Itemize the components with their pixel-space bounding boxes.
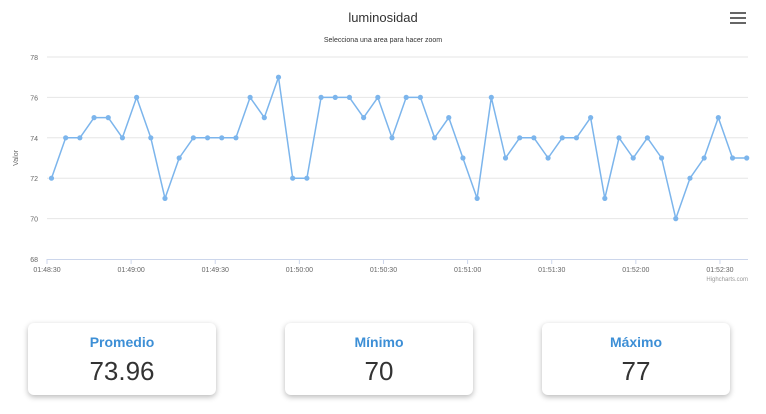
data-point [588, 115, 594, 121]
data-point [190, 135, 196, 141]
data-point [346, 94, 353, 100]
data-point [545, 155, 551, 161]
y-tick-label: 70 [30, 217, 38, 224]
data-point [403, 94, 409, 100]
data-point [275, 74, 282, 80]
data-point [375, 94, 381, 100]
data-point [204, 135, 211, 141]
y-tick-label: 72 [30, 176, 38, 183]
x-tick-label: 01:50:30 [370, 267, 397, 274]
data-point [446, 115, 452, 121]
minimo-label: Mínimo [354, 334, 404, 350]
data-point [261, 115, 267, 121]
data-point [361, 115, 367, 121]
x-tick-label: 01:49:30 [202, 267, 229, 274]
data-point [630, 155, 636, 161]
x-tick-label: 01:52:00 [622, 267, 649, 274]
data-point [247, 94, 253, 100]
maximo-label: Máximo [609, 334, 663, 350]
data-point [332, 94, 338, 100]
data-point [417, 94, 423, 100]
data-point [460, 155, 466, 161]
y-axis-title: Valor [13, 149, 20, 165]
promedio-card: Promedio 73.96 [28, 323, 216, 395]
data-point [729, 155, 736, 161]
promedio-label: Promedio [89, 334, 155, 350]
x-tick-label: 01:48:30 [33, 267, 60, 274]
y-tick-label: 68 [30, 257, 38, 264]
line-chart[interactable]: luminosidad Selecciona una area para hace… [0, 0, 766, 300]
data-point [502, 155, 509, 161]
data-point [573, 135, 580, 141]
promedio-value: 73.96 [89, 356, 155, 386]
data-point [48, 175, 55, 181]
data-point [531, 135, 537, 141]
data-point [119, 135, 126, 141]
data-point [176, 155, 182, 161]
x-tick-label: 01:51:00 [454, 267, 481, 274]
maximo-value: 77 [621, 356, 651, 386]
data-point [517, 135, 523, 141]
x-tick-label: 01:50:00 [286, 267, 313, 274]
data-point [474, 195, 480, 201]
chart-subtitle: Selecciona una area para hacer zoom [324, 37, 442, 44]
series-line [50, 76, 747, 220]
data-point [602, 195, 608, 201]
credits-label: Highcharts.com [706, 277, 748, 283]
data-point [91, 115, 97, 121]
chart-title: luminosidad [348, 10, 417, 25]
data-point [488, 94, 494, 100]
data-point [63, 135, 69, 141]
y-tick-label: 76 [30, 95, 38, 102]
y-tick-label: 74 [30, 136, 38, 143]
x-tick-label: 01:52:30 [706, 267, 733, 274]
stats-panel: Promedio 73.96 Mínimo 70 Máximo 77 [0, 323, 766, 403]
data-point [658, 155, 665, 161]
data-point [673, 216, 679, 222]
data-point [644, 135, 650, 141]
maximo-card: Máximo 77 [542, 323, 730, 395]
data-point [219, 135, 225, 141]
data-point [389, 135, 395, 141]
data-point [148, 135, 154, 141]
data-point [304, 175, 310, 181]
data-point [715, 115, 721, 121]
hamburger-menu-icon[interactable] [730, 12, 746, 26]
data-point [431, 135, 438, 141]
data-point [318, 94, 324, 100]
minimo-value: 70 [364, 356, 394, 386]
data-point [77, 135, 83, 141]
data-point [290, 175, 296, 181]
data-point [162, 195, 168, 201]
data-point [559, 135, 565, 141]
x-tick-label: 01:49:00 [117, 267, 144, 274]
data-point [616, 135, 622, 141]
data-point [744, 155, 750, 161]
data-point [687, 175, 693, 181]
data-point [105, 115, 111, 121]
y-tick-label: 78 [30, 55, 38, 62]
data-point [701, 155, 707, 161]
chart-container[interactable]: luminosidad Selecciona una area para hace… [0, 0, 766, 300]
data-point [233, 135, 239, 141]
data-point [134, 94, 140, 100]
minimo-card: Mínimo 70 [285, 323, 473, 395]
x-tick-label: 01:51:30 [538, 267, 565, 274]
